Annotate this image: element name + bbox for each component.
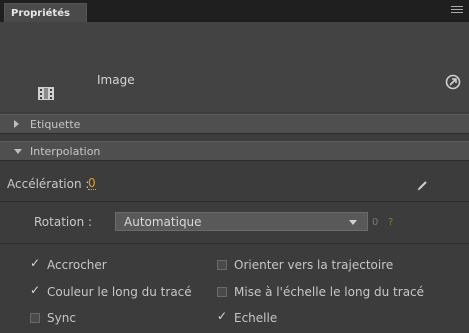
checkbox-label: Echelle	[234, 311, 278, 325]
edit-pencil-icon[interactable]	[416, 178, 430, 192]
collapse-arrow-icon	[14, 149, 22, 154]
instance-header: Image	[0, 22, 469, 112]
section-interpolation[interactable]: Interpolation	[0, 141, 469, 161]
checkbox-accrocher[interactable]: ✓ Accrocher	[30, 256, 107, 274]
checkbox-label: Orienter vers la trajectoire	[234, 258, 394, 272]
checkbox-label: Mise à l'échelle le long du tracé	[234, 285, 425, 299]
swap-symbol-icon[interactable]	[445, 74, 461, 90]
checkbox-label: Sync	[47, 311, 76, 325]
checkbox-orienter[interactable]: Orienter vers la trajectoire	[217, 258, 393, 274]
section-etiquette[interactable]: Etiquette	[0, 114, 469, 134]
rotation-count-value[interactable]: 0	[372, 215, 379, 228]
expand-arrow-icon	[14, 120, 19, 128]
panel-menu-icon[interactable]	[451, 4, 463, 16]
checkbox-mise-a-echelle[interactable]: Mise à l'échelle le long du tracé	[217, 285, 424, 301]
tab-properties[interactable]: Propriétés	[4, 3, 87, 22]
divider	[0, 243, 469, 244]
svg-text:0: 0	[372, 217, 378, 227]
checkbox-box	[217, 260, 227, 270]
checkmark-icon: ✓	[217, 309, 228, 323]
checkmark-icon: ✓	[30, 256, 41, 270]
rotation-dropdown[interactable]: Automatique	[115, 212, 368, 231]
acceleration-label: Accélération :	[7, 177, 90, 191]
checkbox-label: Couleur le long du tracé	[47, 285, 192, 299]
rotation-selected-value: Automatique	[124, 215, 202, 229]
checkbox-echelle[interactable]: ✓ Echelle	[217, 309, 278, 327]
checkbox-sync[interactable]: Sync	[30, 311, 76, 327]
panel-tab-bar: Propriétés	[0, 0, 469, 22]
section-label: Interpolation	[30, 145, 101, 158]
film-strip-icon	[36, 84, 56, 104]
svg-text:?: ?	[388, 217, 393, 227]
acceleration-value[interactable]: 0	[88, 177, 96, 190]
checkbox-label: Accrocher	[47, 258, 107, 272]
checkbox-box	[217, 287, 227, 297]
rotation-label: Rotation :	[34, 215, 93, 229]
checkbox-box	[30, 313, 40, 323]
divider	[0, 201, 469, 202]
checkmark-icon: ✓	[30, 283, 41, 297]
chevron-down-icon	[349, 220, 357, 225]
rotation-direction-icon: ?	[388, 215, 396, 228]
instance-name: Image	[97, 73, 135, 87]
checkbox-couleur[interactable]: ✓ Couleur le long du tracé	[30, 283, 192, 301]
section-label: Etiquette	[30, 118, 81, 131]
